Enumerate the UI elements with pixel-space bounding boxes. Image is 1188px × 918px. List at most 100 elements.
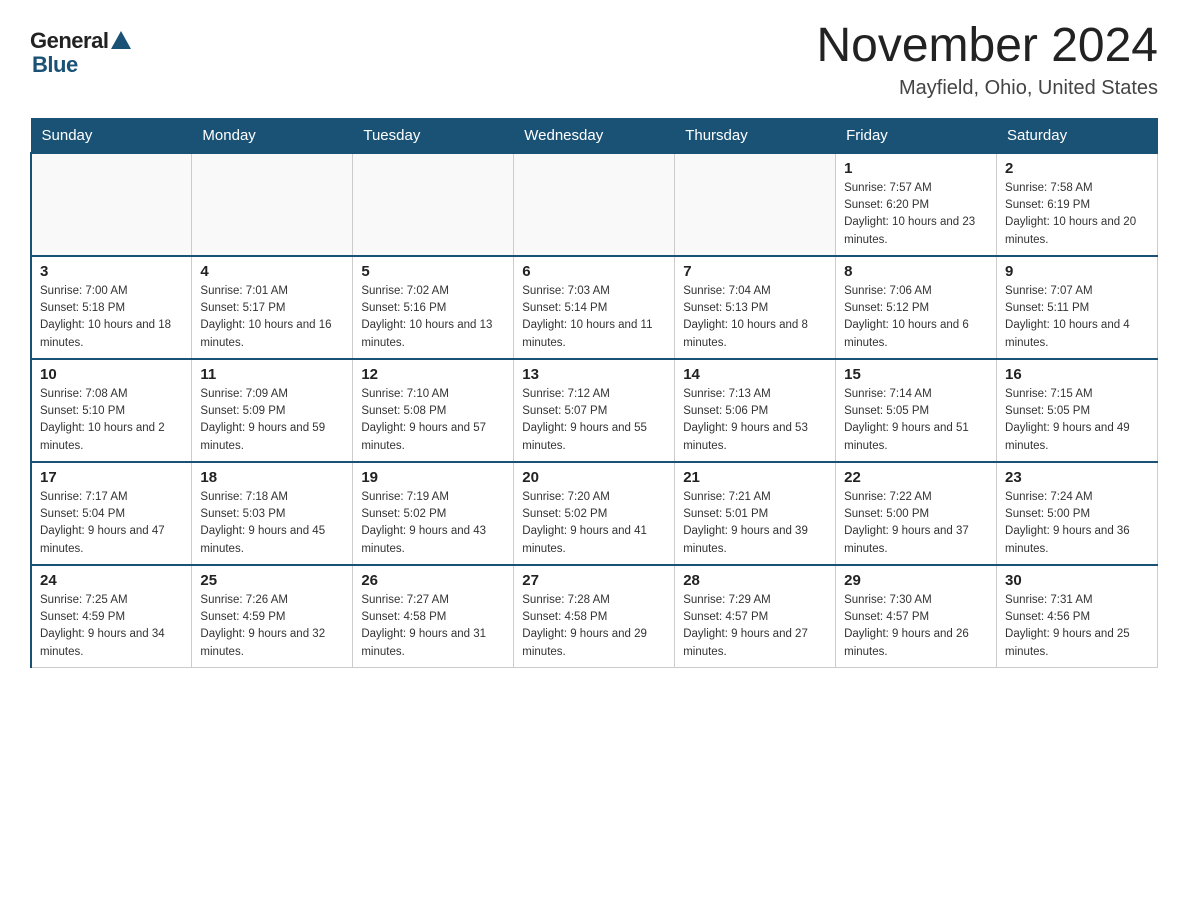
day-info: Sunrise: 7:12 AMSunset: 5:07 PMDaylight:…: [522, 386, 666, 455]
day-info: Sunrise: 7:17 AMSunset: 5:04 PMDaylight:…: [40, 489, 183, 558]
day-info: Sunrise: 7:30 AMSunset: 4:57 PMDaylight:…: [844, 592, 988, 661]
title-block: November 2024 Mayfield, Ohio, United Sta…: [816, 20, 1158, 100]
day-number: 2: [1005, 160, 1149, 177]
day-number: 19: [361, 469, 505, 486]
day-number: 1: [844, 160, 988, 177]
day-number: 24: [40, 572, 183, 589]
day-number: 20: [522, 469, 666, 486]
calendar-day-cell: 17 Sunrise: 7:17 AMSunset: 5:04 PMDayligh…: [31, 462, 192, 565]
day-info: Sunrise: 7:22 AMSunset: 5:00 PMDaylight:…: [844, 489, 988, 558]
calendar-day-cell: 21Sunrise: 7:21 AMSunset: 5:01 PMDayligh…: [675, 462, 836, 565]
calendar-day-cell: 19 Sunrise: 7:19 AMSunset: 5:02 PMDayligh…: [353, 462, 514, 565]
day-info: Sunrise: 7:15 AMSunset: 5:05 PMDaylight:…: [1005, 386, 1149, 455]
day-number: 15: [844, 366, 988, 383]
day-info: Sunrise: 7:00 AMSunset: 5:18 PMDaylight:…: [40, 283, 183, 352]
day-info: Sunrise: 7:26 AMSunset: 4:59 PMDaylight:…: [200, 592, 344, 661]
day-number: 22: [844, 469, 988, 486]
logo-triangle-icon: [111, 31, 131, 49]
day-number: 21: [683, 469, 827, 486]
day-info: Sunrise: 7:08 AMSunset: 5:10 PMDaylight:…: [40, 386, 183, 455]
day-number: 16: [1005, 366, 1149, 383]
calendar-day-cell: 2 Sunrise: 7:58 AMSunset: 6:19 PMDaylight…: [997, 153, 1158, 256]
calendar-day-cell: 4 Sunrise: 7:01 AMSunset: 5:17 PMDaylight…: [192, 256, 353, 359]
calendar-week-row: 10Sunrise: 7:08 AMSunset: 5:10 PMDayligh…: [31, 359, 1158, 462]
calendar-day-cell: 15 Sunrise: 7:14 AMSunset: 5:05 PMDayligh…: [836, 359, 997, 462]
calendar-day-cell: [514, 153, 675, 256]
day-number: 12: [361, 366, 505, 383]
day-info: Sunrise: 7:10 AMSunset: 5:08 PMDaylight:…: [361, 386, 505, 455]
day-info: Sunrise: 7:13 AMSunset: 5:06 PMDaylight:…: [683, 386, 827, 455]
day-info: Sunrise: 7:28 AMSunset: 4:58 PMDaylight:…: [522, 592, 666, 661]
calendar-day-cell: [31, 153, 192, 256]
day-number: 14: [683, 366, 827, 383]
day-info: Sunrise: 7:07 AMSunset: 5:11 PMDaylight:…: [1005, 283, 1149, 352]
day-info: Sunrise: 7:18 AMSunset: 5:03 PMDaylight:…: [200, 489, 344, 558]
day-info: Sunrise: 7:58 AMSunset: 6:19 PMDaylight:…: [1005, 180, 1149, 249]
day-number: 26: [361, 572, 505, 589]
day-info: Sunrise: 7:27 AMSunset: 4:58 PMDaylight:…: [361, 592, 505, 661]
day-info: Sunrise: 7:02 AMSunset: 5:16 PMDaylight:…: [361, 283, 505, 352]
day-number: 25: [200, 572, 344, 589]
month-title: November 2024: [816, 20, 1158, 73]
calendar-header-saturday: Saturday: [997, 118, 1158, 153]
calendar-day-cell: 7 Sunrise: 7:04 AMSunset: 5:13 PMDaylight…: [675, 256, 836, 359]
calendar-day-cell: 11 Sunrise: 7:09 AMSunset: 5:09 PMDayligh…: [192, 359, 353, 462]
calendar-day-cell: 13 Sunrise: 7:12 AMSunset: 5:07 PMDayligh…: [514, 359, 675, 462]
calendar-day-cell: 1 Sunrise: 7:57 AMSunset: 6:20 PMDaylight…: [836, 153, 997, 256]
location-title: Mayfield, Ohio, United States: [816, 77, 1158, 100]
calendar-day-cell: 20 Sunrise: 7:20 AMSunset: 5:02 PMDayligh…: [514, 462, 675, 565]
calendar-day-cell: 23 Sunrise: 7:24 AMSunset: 5:00 PMDayligh…: [997, 462, 1158, 565]
day-info: Sunrise: 7:57 AMSunset: 6:20 PMDaylight:…: [844, 180, 988, 249]
calendar-day-cell: 3 Sunrise: 7:00 AMSunset: 5:18 PMDaylight…: [31, 256, 192, 359]
day-number: 17: [40, 469, 183, 486]
day-number: 4: [200, 263, 344, 280]
calendar-day-cell: 25 Sunrise: 7:26 AMSunset: 4:59 PMDayligh…: [192, 565, 353, 668]
calendar-table: SundayMondayTuesdayWednesdayThursdayFrid…: [30, 118, 1158, 668]
calendar-header-thursday: Thursday: [675, 118, 836, 153]
calendar-day-cell: 14 Sunrise: 7:13 AMSunset: 5:06 PMDayligh…: [675, 359, 836, 462]
logo-blue-text: Blue: [32, 52, 78, 78]
day-number: 3: [40, 263, 183, 280]
logo: General Blue: [30, 28, 131, 78]
logo-general-text: General: [30, 28, 108, 54]
day-number: 29: [844, 572, 988, 589]
calendar-header-friday: Friday: [836, 118, 997, 153]
day-number: 23: [1005, 469, 1149, 486]
day-number: 7: [683, 263, 827, 280]
day-info: Sunrise: 7:06 AMSunset: 5:12 PMDaylight:…: [844, 283, 988, 352]
calendar-day-cell: 30 Sunrise: 7:31 AMSunset: 4:56 PMDayligh…: [997, 565, 1158, 668]
calendar-header-tuesday: Tuesday: [353, 118, 514, 153]
calendar-day-cell: 27Sunrise: 7:28 AMSunset: 4:58 PMDayligh…: [514, 565, 675, 668]
day-info: Sunrise: 7:01 AMSunset: 5:17 PMDaylight:…: [200, 283, 344, 352]
calendar-day-cell: 18 Sunrise: 7:18 AMSunset: 5:03 PMDayligh…: [192, 462, 353, 565]
calendar-week-row: 3 Sunrise: 7:00 AMSunset: 5:18 PMDaylight…: [31, 256, 1158, 359]
day-number: 6: [522, 263, 666, 280]
calendar-header-sunday: Sunday: [31, 118, 192, 153]
day-number: 5: [361, 263, 505, 280]
calendar-day-cell: [675, 153, 836, 256]
day-number: 11: [200, 366, 344, 383]
calendar-day-cell: [353, 153, 514, 256]
calendar-day-cell: 29 Sunrise: 7:30 AMSunset: 4:57 PMDayligh…: [836, 565, 997, 668]
calendar-week-row: 17 Sunrise: 7:17 AMSunset: 5:04 PMDayligh…: [31, 462, 1158, 565]
day-number: 28: [683, 572, 827, 589]
day-info: Sunrise: 7:25 AMSunset: 4:59 PMDaylight:…: [40, 592, 183, 661]
day-number: 9: [1005, 263, 1149, 280]
day-info: Sunrise: 7:19 AMSunset: 5:02 PMDaylight:…: [361, 489, 505, 558]
day-number: 30: [1005, 572, 1149, 589]
day-info: Sunrise: 7:20 AMSunset: 5:02 PMDaylight:…: [522, 489, 666, 558]
day-number: 8: [844, 263, 988, 280]
day-number: 18: [200, 469, 344, 486]
calendar-header-row: SundayMondayTuesdayWednesdayThursdayFrid…: [31, 118, 1158, 153]
day-info: Sunrise: 7:14 AMSunset: 5:05 PMDaylight:…: [844, 386, 988, 455]
calendar-day-cell: 24 Sunrise: 7:25 AMSunset: 4:59 PMDayligh…: [31, 565, 192, 668]
calendar-day-cell: 5 Sunrise: 7:02 AMSunset: 5:16 PMDaylight…: [353, 256, 514, 359]
day-number: 13: [522, 366, 666, 383]
day-info: Sunrise: 7:31 AMSunset: 4:56 PMDaylight:…: [1005, 592, 1149, 661]
calendar-day-cell: [192, 153, 353, 256]
day-info: Sunrise: 7:24 AMSunset: 5:00 PMDaylight:…: [1005, 489, 1149, 558]
calendar-week-row: 24 Sunrise: 7:25 AMSunset: 4:59 PMDayligh…: [31, 565, 1158, 668]
day-info: Sunrise: 7:09 AMSunset: 5:09 PMDaylight:…: [200, 386, 344, 455]
day-info: Sunrise: 7:04 AMSunset: 5:13 PMDaylight:…: [683, 283, 827, 352]
calendar-day-cell: 8 Sunrise: 7:06 AMSunset: 5:12 PMDaylight…: [836, 256, 997, 359]
